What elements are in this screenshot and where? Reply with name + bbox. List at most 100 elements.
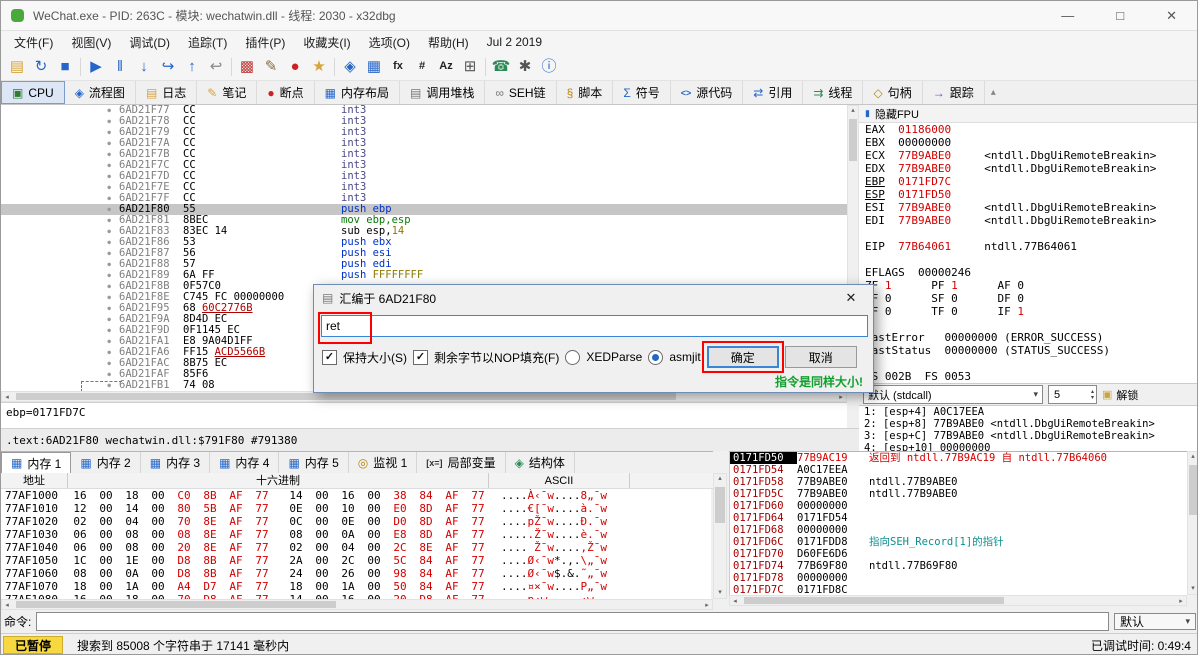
register-line[interactable] (859, 253, 1198, 266)
tab-dump-3[interactable]: ▦内存 3 (141, 452, 210, 473)
tab-cpu[interactable]: ▣CPU (1, 81, 65, 104)
register-line[interactable] (859, 357, 1198, 370)
register-line[interactable]: ZF 1 PF 1 AF 0 (859, 279, 1198, 292)
stack-vscrollbar[interactable]: ▴ ▾ (1187, 451, 1198, 595)
stack-row[interactable]: 0171FD7477B69F80ntdll.77B69F80 (730, 560, 1187, 572)
tab-symbols[interactable]: Σ符号 (613, 81, 670, 104)
stack-row[interactable]: 0171FD640171FD54 (730, 512, 1187, 524)
tab-handles[interactable]: ◇句柄 (863, 81, 922, 104)
register-line[interactable]: EAX 01186000 (859, 123, 1198, 136)
unlock-toggle[interactable]: ▣ 解锁 (1102, 387, 1138, 403)
scroll-up-icon[interactable]: ▴ (715, 474, 725, 484)
register-line[interactable]: ESP 0171FD50 (859, 188, 1198, 201)
minimize-button[interactable]: — (1061, 8, 1074, 24)
graph-icon[interactable]: ◈ (338, 55, 362, 79)
stack-row[interactable]: 0171FD7800000000 (730, 572, 1187, 584)
breakpoint-icon[interactable]: ● (283, 55, 307, 79)
call-args-panel[interactable]: 1: [esp+4] A0C17EEA2: [esp+8] 77B9ABE0 <… (859, 405, 1198, 452)
menu-options[interactable]: 选项(O) (360, 32, 419, 53)
maximize-button[interactable]: □ (1116, 8, 1124, 24)
close-button[interactable]: ✕ (1166, 8, 1177, 24)
menu-trace[interactable]: 追踪(T) (179, 32, 236, 53)
scroll-up-icon[interactable]: ▴ (1188, 452, 1198, 462)
menu-plugins[interactable]: 插件(P) (236, 32, 294, 53)
register-line[interactable] (859, 227, 1198, 240)
hash-icon[interactable]: # (410, 55, 434, 79)
stack-row[interactable]: 0171FD70D60FE6D6 (730, 548, 1187, 560)
nop-fill-checkbox[interactable]: ✓ (413, 350, 428, 365)
scroll-up-icon[interactable]: ▴ (848, 106, 858, 116)
spinner-arrows-icon[interactable]: ▴▾ (1091, 389, 1094, 401)
call-arg-row[interactable]: 3: [esp+C] 77B9ABE0 <ntdll.DbgUiRemoteBr… (859, 430, 1198, 442)
register-line[interactable]: EBP 0171FD7C (859, 175, 1198, 188)
command-input[interactable] (36, 612, 1109, 631)
register-line[interactable]: LastStatus 00000000 (STATUS_SUCCESS) (859, 344, 1198, 357)
bookmark-icon[interactable]: ★ (307, 55, 331, 79)
dump-hscrollbar[interactable]: ◂ ▸ (1, 599, 713, 610)
menu-favourites[interactable]: 收藏夹(I) (294, 32, 359, 53)
dialog-close-button[interactable]: ✕ (837, 290, 865, 306)
tab-references[interactable]: ⇄引用 (743, 81, 803, 104)
register-line[interactable]: GS 002B FS 0053 (859, 370, 1198, 383)
stack-row[interactable]: 0171FD5C77B9ABE0ntdll.77B9ABE0 (730, 488, 1187, 500)
dump-row[interactable]: 77AF103006000800088EAF7708000A00E88DAF77… (1, 528, 711, 541)
tab-dump-4[interactable]: ▦内存 4 (210, 452, 279, 473)
tab-trace[interactable]: →跟踪 (923, 81, 985, 104)
hide-fpu-button[interactable]: ▮ 隐藏FPU (859, 105, 1198, 123)
dump-row[interactable]: 77AF10501C001E00D88BAF772A002C005C84AF77… (1, 554, 711, 567)
tab-script[interactable]: §脚本 (557, 81, 614, 104)
call-arg-row[interactable]: 1: [esp+4] A0C17EEA (859, 406, 1198, 418)
assemble-instruction-input[interactable] (321, 315, 868, 337)
tab-log[interactable]: ▤日志 (136, 81, 197, 104)
tab-dump-2[interactable]: ▦内存 2 (71, 452, 140, 473)
comment-icon[interactable]: ✎ (259, 55, 283, 79)
tab-dump-1[interactable]: ▦内存 1 (1, 452, 71, 473)
register-line[interactable]: EFLAGS 00000246 (859, 266, 1198, 279)
open-file-icon[interactable]: ▤ (5, 55, 29, 79)
register-line[interactable]: OF 0 SF 0 DF 0 (859, 292, 1198, 305)
dialog-title-bar[interactable]: ▤ 汇编于 6AD21F80 ✕ (314, 285, 873, 311)
call-arg-row[interactable]: 2: [esp+8] 77B9ABE0 <ntdll.DbgUiRemoteBr… (859, 418, 1198, 430)
stack-hscrollbar[interactable]: ◂ ▸ (729, 595, 1187, 606)
scroll-left-icon[interactable]: ◂ (730, 597, 740, 607)
tab-breakpoints[interactable]: ●断点 (257, 81, 314, 104)
info-icon[interactable]: ⓘ (537, 55, 561, 79)
run-icon[interactable]: ▶ (84, 55, 108, 79)
tab-memory-map[interactable]: ▦内存布局 (315, 81, 400, 104)
tab-threads[interactable]: ⇉线程 (803, 81, 863, 104)
stack-row[interactable]: 0171FD54A0C17EEA (730, 464, 1187, 476)
arg-count-spinner[interactable]: 5 ▴▾ (1048, 385, 1097, 404)
stack-row[interactable]: 0171FD6000000000 (730, 500, 1187, 512)
run-to-return-icon[interactable]: ↑ (180, 55, 204, 79)
calculator-icon[interactable]: ⊞ (458, 55, 482, 79)
dump-header-hex[interactable]: 十六进制 (68, 473, 489, 488)
attach-icon[interactable]: ☎ (489, 55, 513, 79)
cancel-button[interactable]: 取消 (785, 346, 857, 368)
stack-row[interactable]: 0171FD6800000000 (730, 524, 1187, 536)
menu-file[interactable]: 文件(F) (5, 32, 62, 53)
dump-row[interactable]: 77AF104006000800208EAF77020004002C8EAF77… (1, 541, 711, 554)
register-line[interactable]: EDI 77B9ABE0 <ntdll.DbgUiRemoteBreakin> (859, 214, 1198, 227)
tab-watch-1[interactable]: ◎监视 1 (349, 452, 418, 473)
dump-row[interactable]: 77AF101012001400805BAF770E001000E08DAF77… (1, 502, 711, 515)
title-bar[interactable]: WeChat.exe - PID: 263C - 模块: wechatwin.d… (1, 1, 1197, 31)
register-line[interactable] (859, 318, 1198, 331)
dump-row[interactable]: 77AF102002000400708EAF770C000E00D08DAF77… (1, 515, 711, 528)
patches-icon[interactable]: ▩ (235, 55, 259, 79)
calling-convention-dropdown[interactable]: 默认 (stdcall) ▾ (863, 385, 1043, 404)
tab-dump-5[interactable]: ▦内存 5 (279, 452, 348, 473)
registers-panel[interactable]: ▮ 隐藏FPU EAX 01186000EBX 00000000ECX 77B9… (859, 105, 1198, 383)
menu-debug[interactable]: 调试(D) (120, 32, 179, 53)
step-into-icon[interactable]: ↓ (132, 55, 156, 79)
register-line[interactable]: ESI 77B9ABE0 <ntdll.DbgUiRemoteBreakin> (859, 201, 1198, 214)
tab-seh[interactable]: ∞SEH链 (485, 81, 556, 104)
stack-row[interactable]: 0171FD5077B9AC19返回到 ntdll.77B9AC19 自 ntd… (730, 452, 1187, 464)
dump-vscrollbar[interactable]: ▴ ▾ (713, 473, 727, 599)
dump-header-address[interactable]: 地址 (1, 473, 68, 488)
tab-call-stack[interactable]: ▤调用堆栈 (400, 81, 485, 104)
dump-rows[interactable]: 77AF100016001800C08BAF77140016003884AF77… (1, 489, 711, 599)
stack-row[interactable]: 0171FD5877B9ABE0ntdll.77B9ABE0 (730, 476, 1187, 488)
tab-source[interactable]: <>源代码 (671, 81, 744, 104)
highlight-fx-icon[interactable]: fx (386, 55, 410, 79)
scroll-down-icon[interactable]: ▾ (1188, 584, 1198, 594)
